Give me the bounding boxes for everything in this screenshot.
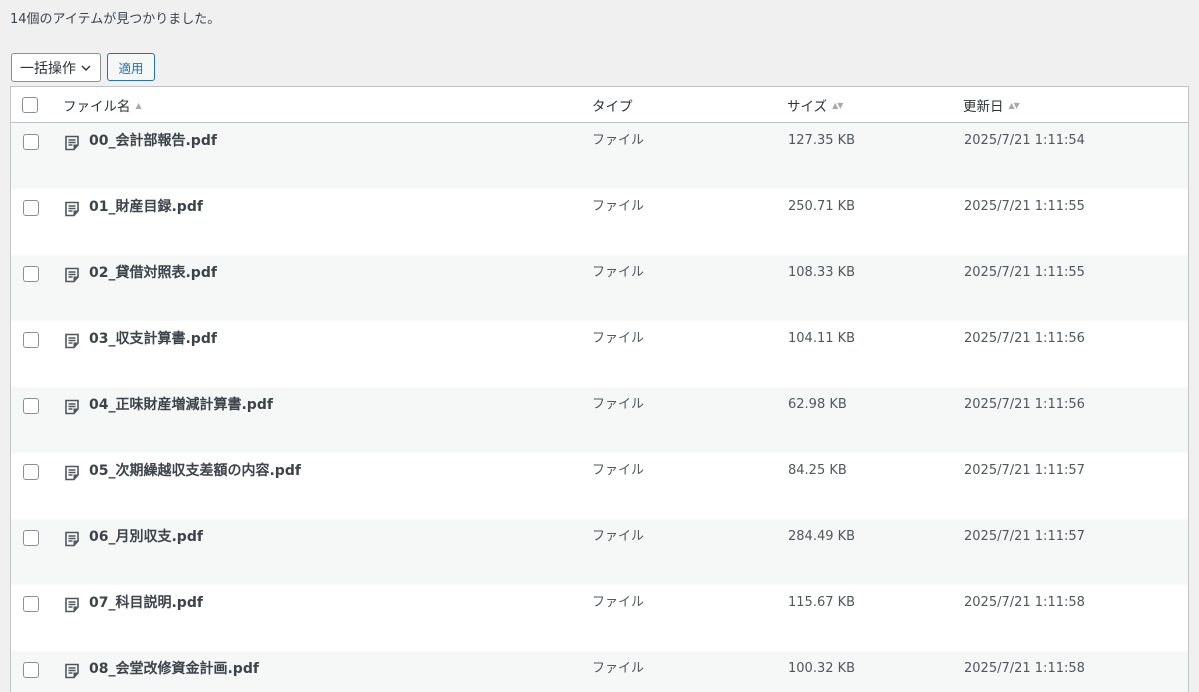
table-row[interactable]: 03_収支計算書.pdf ファイル 104.11 KB 2025/7/21 1:… (11, 321, 1188, 387)
document-icon (65, 135, 79, 151)
file-type: ファイル (592, 529, 645, 544)
apply-button[interactable]: 適用 (107, 53, 155, 81)
file-modified: 2025/7/21 1:11:57 (964, 529, 1085, 544)
table-row[interactable]: 07_科目説明.pdf ファイル 115.67 KB 2025/7/21 1:1… (11, 585, 1188, 651)
table-row[interactable]: 02_貸借対照表.pdf ファイル 108.33 KB 2025/7/21 1:… (11, 255, 1188, 321)
file-name-link[interactable]: 05_次期繰越収支差額の内容.pdf (89, 462, 301, 480)
bulk-action-select[interactable]: 一括操作 (11, 53, 101, 82)
select-all-cell (22, 87, 38, 123)
column-header-size[interactable]: サイズ ▲▼ (787, 87, 843, 123)
row-checkbox[interactable] (23, 662, 39, 678)
row-checkbox[interactable] (23, 200, 39, 216)
file-name-link[interactable]: 06_月別収支.pdf (89, 528, 203, 546)
row-checkbox[interactable] (23, 398, 39, 414)
column-type-label: タイプ (592, 99, 633, 115)
table-row[interactable]: 06_月別収支.pdf ファイル 284.49 KB 2025/7/21 1:1… (11, 519, 1188, 585)
file-type: ファイル (592, 265, 645, 280)
row-checkbox[interactable] (23, 530, 39, 546)
file-size: 115.67 KB (788, 595, 856, 610)
column-modified-label: 更新日 (963, 99, 1004, 115)
file-size: 100.32 KB (788, 661, 856, 676)
file-name-link[interactable]: 04_正味財産増減計算書.pdf (89, 396, 273, 414)
file-modified: 2025/7/21 1:11:55 (964, 265, 1085, 280)
table-row[interactable]: 08_会堂改修資金計画.pdf ファイル 100.32 KB 2025/7/21… (11, 651, 1188, 692)
chevron-down-icon (81, 65, 91, 71)
document-icon (65, 663, 79, 679)
file-name-link[interactable]: 03_収支計算書.pdf (89, 330, 217, 348)
file-modified: 2025/7/21 1:11:58 (964, 661, 1085, 676)
file-modified: 2025/7/21 1:11:56 (964, 397, 1085, 412)
document-icon (65, 531, 79, 547)
file-modified: 2025/7/21 1:11:57 (964, 463, 1085, 478)
document-icon (65, 399, 79, 415)
file-type: ファイル (592, 661, 645, 676)
file-size: 104.11 KB (788, 331, 856, 346)
column-size-label: サイズ (787, 99, 828, 115)
column-header-modified[interactable]: 更新日 ▲▼ (963, 87, 1020, 123)
row-checkbox[interactable] (23, 596, 39, 612)
row-checkbox[interactable] (23, 332, 39, 348)
document-icon (65, 267, 79, 283)
column-header-type: タイプ (592, 87, 633, 123)
document-icon (65, 465, 79, 481)
column-name-label: ファイル名 (63, 99, 131, 115)
file-size: 108.33 KB (788, 265, 856, 280)
media-list-page: 14個のアイテムが見つかりました。 一括操作 適用 ファイル名 ▲ タイプ サイ… (0, 0, 1199, 692)
table-row[interactable]: 00_会計部報告.pdf ファイル 127.35 KB 2025/7/21 1:… (11, 123, 1188, 189)
row-checkbox[interactable] (23, 266, 39, 282)
file-size: 84.25 KB (788, 463, 847, 478)
bulk-actions-bar: 一括操作 適用 (11, 53, 155, 82)
table-row[interactable]: 01_財産目録.pdf ファイル 250.71 KB 2025/7/21 1:1… (11, 189, 1188, 255)
bulk-action-label: 一括操作 (20, 60, 76, 77)
file-type: ファイル (592, 397, 645, 412)
file-modified: 2025/7/21 1:11:56 (964, 331, 1085, 346)
file-type: ファイル (592, 331, 645, 346)
column-header-name[interactable]: ファイル名 ▲ (63, 87, 142, 123)
file-size: 284.49 KB (788, 529, 856, 544)
items-found-count: 14個のアイテムが見つかりました。 (10, 12, 221, 27)
file-modified: 2025/7/21 1:11:55 (964, 199, 1085, 214)
file-name-link[interactable]: 01_財産目録.pdf (89, 198, 203, 216)
row-checkbox[interactable] (23, 134, 39, 150)
file-name-link[interactable]: 00_会計部報告.pdf (89, 132, 217, 150)
file-type: ファイル (592, 595, 645, 610)
table-header: ファイル名 ▲ タイプ サイズ ▲▼ 更新日 ▲▼ (11, 87, 1188, 123)
file-size: 62.98 KB (788, 397, 847, 412)
document-icon (65, 333, 79, 349)
file-type: ファイル (592, 199, 645, 214)
file-modified: 2025/7/21 1:11:54 (964, 133, 1085, 148)
file-name-link[interactable]: 07_科目説明.pdf (89, 594, 203, 612)
document-icon (65, 597, 79, 613)
sort-asc-icon: ▲ (135, 100, 142, 110)
file-type: ファイル (592, 463, 645, 478)
select-all-checkbox[interactable] (22, 97, 38, 113)
file-table: ファイル名 ▲ タイプ サイズ ▲▼ 更新日 ▲▼ 00_会計部報告.pdf フ… (10, 86, 1189, 692)
file-name-link[interactable]: 02_貸借対照表.pdf (89, 264, 217, 282)
file-name-link[interactable]: 08_会堂改修資金計画.pdf (89, 660, 259, 678)
file-modified: 2025/7/21 1:11:58 (964, 595, 1085, 610)
sort-arrows-icon: ▲▼ (1008, 100, 1020, 110)
table-row[interactable]: 04_正味財産増減計算書.pdf ファイル 62.98 KB 2025/7/21… (11, 387, 1188, 453)
row-checkbox[interactable] (23, 464, 39, 480)
document-icon (65, 201, 79, 217)
file-size: 250.71 KB (788, 199, 856, 214)
file-size: 127.35 KB (788, 133, 856, 148)
file-type: ファイル (592, 133, 645, 148)
table-body: 00_会計部報告.pdf ファイル 127.35 KB 2025/7/21 1:… (11, 123, 1188, 692)
table-row[interactable]: 05_次期繰越収支差額の内容.pdf ファイル 84.25 KB 2025/7/… (11, 453, 1188, 519)
sort-arrows-icon: ▲▼ (832, 100, 843, 110)
